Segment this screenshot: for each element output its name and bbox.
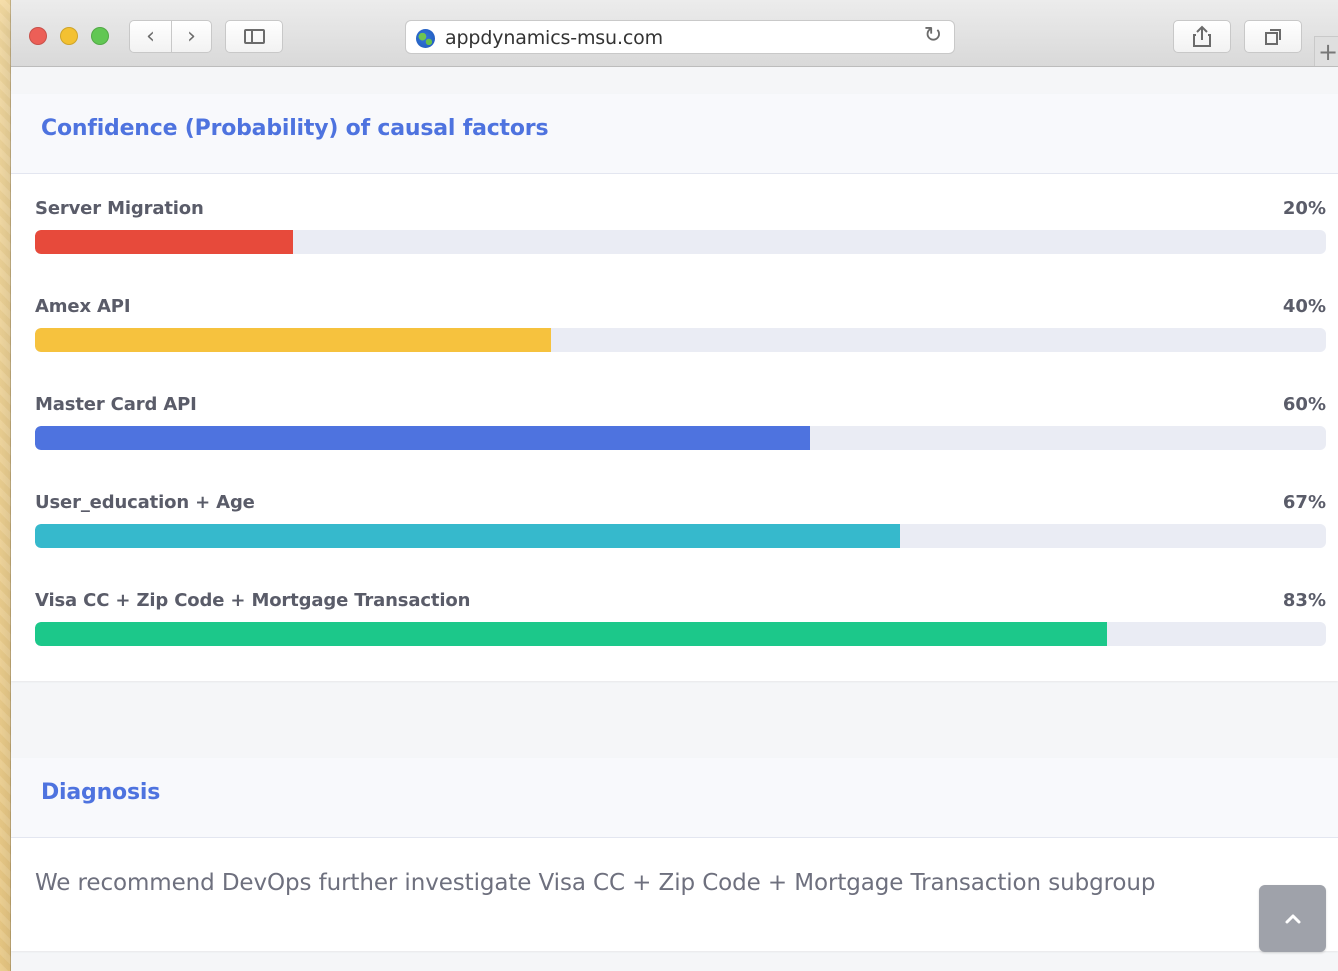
sidebar-icon	[243, 29, 265, 44]
progress-track	[35, 230, 1326, 254]
diagnosis-text: We recommend DevOps further investigate …	[35, 870, 1156, 896]
minimize-window-button[interactable]	[60, 27, 78, 45]
browser-window: ‹ › appdynamics-msu.com ↻ + Confidence (…	[11, 0, 1338, 971]
address-bar[interactable]: appdynamics-msu.com ↻	[405, 20, 955, 54]
progress-fill	[35, 524, 900, 548]
confidence-card: Confidence (Probability) of causal facto…	[11, 94, 1338, 681]
factor-percent: 67%	[1282, 492, 1326, 513]
progress-track	[35, 328, 1326, 352]
confidence-card-header: Confidence (Probability) of causal facto…	[11, 94, 1338, 174]
factor-master-card-api: Master Card API 60%	[35, 394, 1326, 472]
confidence-title: Confidence (Probability) of causal facto…	[41, 116, 549, 141]
sidebar-button[interactable]	[225, 20, 283, 53]
factor-user-education-age: User_education + Age 67%	[35, 492, 1326, 570]
chevron-up-icon	[1285, 914, 1300, 923]
chevron-left-icon: ‹	[146, 23, 155, 49]
factor-percent: 60%	[1282, 394, 1326, 415]
factor-percent: 83%	[1282, 590, 1326, 611]
tabs-icon	[1265, 28, 1281, 45]
diagnosis-card-header: Diagnosis	[11, 758, 1338, 838]
zoom-window-button[interactable]	[91, 27, 109, 45]
progress-fill	[35, 622, 1107, 646]
progress-track	[35, 426, 1326, 450]
progress-track	[35, 524, 1326, 548]
progress-fill	[35, 426, 810, 450]
chevron-right-icon: ›	[187, 23, 196, 49]
factor-label: Amex API	[35, 296, 131, 317]
factor-label: User_education + Age	[35, 492, 255, 513]
factor-label: Visa CC + Zip Code + Mortgage Transactio…	[35, 590, 471, 611]
factor-percent: 40%	[1282, 296, 1326, 317]
new-tab-button[interactable]: +	[1314, 36, 1338, 66]
tabs-button[interactable]	[1244, 20, 1302, 53]
progress-track	[35, 622, 1326, 646]
share-icon	[1193, 25, 1211, 47]
close-window-button[interactable]	[29, 27, 47, 45]
back-button[interactable]: ‹	[129, 20, 171, 53]
url-text: appdynamics-msu.com	[445, 27, 663, 49]
progress-fill	[35, 230, 294, 254]
diagnosis-card: Diagnosis We recommend DevOps further in…	[11, 758, 1338, 951]
factor-amex-api: Amex API 40%	[35, 296, 1326, 374]
scroll-to-top-button[interactable]	[1259, 885, 1326, 952]
share-button[interactable]	[1173, 20, 1231, 53]
reload-icon[interactable]: ↻	[922, 25, 944, 47]
factor-percent: 20%	[1282, 198, 1326, 219]
browser-toolbar: ‹ › appdynamics-msu.com ↻ +	[11, 0, 1338, 67]
progress-fill	[35, 328, 552, 352]
factor-label: Server Migration	[35, 198, 204, 219]
globe-icon	[416, 29, 435, 48]
factor-label: Master Card API	[35, 394, 197, 415]
factor-visa-zip-mortgage: Visa CC + Zip Code + Mortgage Transactio…	[35, 590, 1326, 668]
diagnosis-title: Diagnosis	[41, 780, 161, 805]
page-content: Confidence (Probability) of causal facto…	[11, 67, 1338, 971]
factor-server-migration: Server Migration 20%	[35, 198, 1326, 276]
forward-button[interactable]: ›	[171, 20, 212, 53]
history-navigation: ‹ ›	[129, 20, 212, 53]
